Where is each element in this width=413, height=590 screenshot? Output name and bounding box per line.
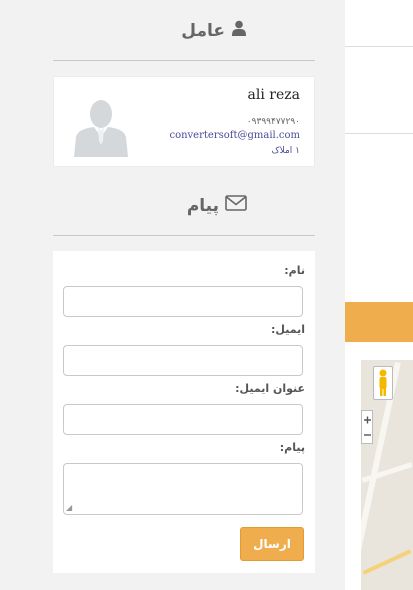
email-input[interactable] xyxy=(63,345,303,376)
sidebar: عامل ali reza ۰۹۳۹۹۴۷۷۲۹۰ convertersoft@… xyxy=(0,0,345,590)
divider xyxy=(53,235,315,236)
map-road xyxy=(362,549,412,575)
map-header xyxy=(345,302,413,342)
name-input[interactable] xyxy=(63,286,303,317)
agent-card: ali reza ۰۹۳۹۹۴۷۷۲۹۰ convertersoft@gmail… xyxy=(53,76,315,167)
subject-input[interactable] xyxy=(63,404,303,435)
agent-name: ali reza xyxy=(247,87,300,103)
user-icon xyxy=(231,20,247,41)
divider xyxy=(345,46,413,47)
agent-properties-link[interactable]: ۱ املاک xyxy=(272,146,300,156)
send-button[interactable]: ارسال xyxy=(240,527,304,561)
street-view-pegman-icon[interactable] xyxy=(373,366,393,400)
agent-email-link[interactable]: convertersoft@gmail.com xyxy=(169,130,300,141)
map-view[interactable] xyxy=(361,360,413,590)
email-label: ایمیل: xyxy=(271,323,305,336)
agent-section-title: عامل xyxy=(181,20,247,41)
divider xyxy=(53,60,315,61)
message-section-label: پیام xyxy=(186,195,219,216)
map-zoom-control[interactable] xyxy=(361,410,373,444)
message-section-title: پیام xyxy=(187,195,247,216)
agent-section-label: عامل xyxy=(181,20,225,41)
name-label: نام: xyxy=(284,264,305,277)
person-silhouette-icon xyxy=(72,97,130,157)
map-road xyxy=(361,462,413,483)
message-label: پیام: xyxy=(279,441,305,454)
main-content xyxy=(345,0,413,590)
resize-handle-icon[interactable]: ◢ xyxy=(66,503,72,512)
contact-form: نام: ایمیل: عنوان ایمیل: پیام: ◢ ارسال xyxy=(53,251,315,573)
message-textarea[interactable]: ◢ xyxy=(63,463,303,515)
divider xyxy=(345,133,413,134)
agent-phone: ۰۹۳۹۹۴۷۷۲۹۰ xyxy=(246,117,300,127)
envelope-icon xyxy=(225,195,247,216)
map-panel xyxy=(345,342,413,590)
subject-label: عنوان ایمیل: xyxy=(235,382,305,395)
